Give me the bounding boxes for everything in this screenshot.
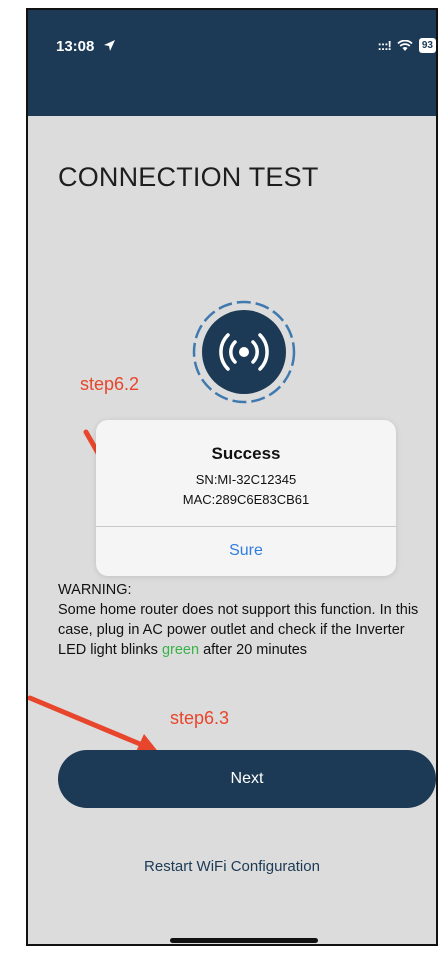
wireless-broadcast-icon (192, 300, 296, 404)
header-bar: 13:08 :::! 93 (28, 10, 436, 116)
status-time: 13:08 (56, 38, 116, 55)
signal-icon: :::! (377, 38, 392, 53)
page-title: CONNECTION TEST (58, 162, 319, 192)
warning-green-word: green (161, 642, 200, 658)
next-button[interactable]: Next (58, 750, 436, 808)
dialog-sn: SN:MI-32C12345 (195, 472, 297, 487)
annotation-step-6-2: step6.2 (80, 374, 140, 394)
warning-body: Some home router does not support this f… (58, 600, 428, 660)
restart-wifi-link[interactable]: Restart WiFi Configuration (28, 858, 436, 875)
dialog-title: Success (211, 444, 281, 463)
success-dialog: Success SN:MI-32C12345 MAC:289C6E83CB61 … (96, 420, 396, 576)
location-arrow-icon (103, 40, 115, 51)
warning-body-tail: after 20 minutes (199, 642, 308, 658)
annotation-step-6-3: step6.3 (170, 708, 230, 728)
status-time-text: 13:08 (56, 38, 95, 55)
home-indicator (170, 938, 318, 943)
warning-heading: WARNING: (58, 582, 132, 598)
dialog-mac: MAC:289C6E83CB61 (182, 492, 310, 507)
sure-button[interactable]: Sure (96, 526, 396, 576)
warning-text: WARNING: Some home router does not suppo… (58, 580, 428, 660)
phone-screen: 13:08 :::! 93 CONNECTION TEST step6.2 Su… (26, 8, 438, 946)
wifi-icon (397, 39, 413, 51)
battery-icon: 93 (418, 38, 436, 53)
status-icons: :::! 93 (378, 38, 436, 53)
